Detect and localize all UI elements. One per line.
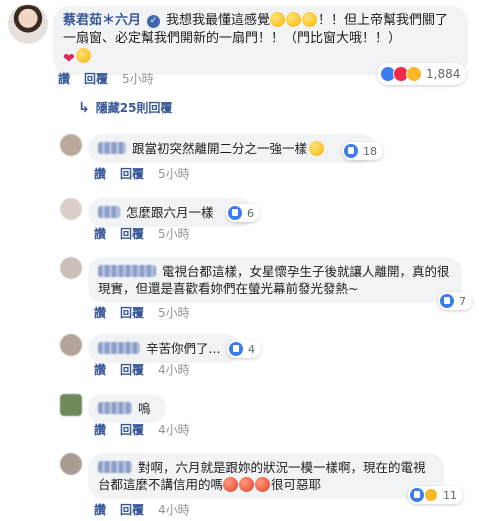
angry-emoji-icon xyxy=(223,477,239,492)
avatar[interactable] xyxy=(60,257,82,279)
avatar[interactable] xyxy=(8,4,48,44)
reply-button[interactable]: 回覆 xyxy=(84,70,108,87)
reply-like-count[interactable]: 18 xyxy=(342,142,383,160)
angry-emoji-icon xyxy=(255,477,271,492)
timestamp[interactable]: 5小時 xyxy=(158,165,190,182)
rofl-emoji-icon xyxy=(286,12,302,27)
timestamp[interactable]: 4小時 xyxy=(158,501,190,518)
like-count: 7 xyxy=(459,294,466,308)
like-reaction-icon xyxy=(440,294,454,308)
reply-actions: 讚 回覆 5小時 xyxy=(94,225,190,242)
avatar[interactable] xyxy=(60,198,82,220)
like-reaction-icon xyxy=(228,206,242,220)
reply-text: 跟當初突然離開二分之一強一樣 xyxy=(132,141,308,156)
comment-text-part1: 我想我最懂這感覺 xyxy=(166,13,271,28)
like-button[interactable]: 讚 xyxy=(94,225,106,242)
angry-emoji-icon xyxy=(239,477,255,492)
reply-bubble: 跟當初突然離開二分之一強一樣 xyxy=(88,134,376,163)
reply-author[interactable] xyxy=(98,461,132,473)
like-count: 18 xyxy=(363,144,377,158)
reply-text-part2: 很可惡耶 xyxy=(271,477,322,492)
like-button[interactable]: 讚 xyxy=(94,165,106,182)
like-reaction-icon xyxy=(229,342,243,356)
timestamp[interactable]: 4小時 xyxy=(158,421,190,438)
haha-reaction-icon xyxy=(424,488,438,502)
reply-actions: 讚 回覆 4小時 xyxy=(94,501,190,518)
reply-button[interactable]: 回覆 xyxy=(120,304,144,321)
reply-like-count[interactable]: 4 xyxy=(227,340,261,358)
reply-button[interactable]: 回覆 xyxy=(120,501,144,518)
reply-actions: 讚 回覆 4小時 xyxy=(94,421,190,438)
verified-badge-icon: ✓ xyxy=(147,15,161,28)
reply-bubble: 嗚 xyxy=(88,394,166,423)
reply-like-count[interactable]: 6 xyxy=(226,204,260,222)
avatar[interactable] xyxy=(60,334,82,356)
reply-text: 嗚 xyxy=(138,401,151,416)
like-button[interactable]: 讚 xyxy=(94,501,106,518)
heart-emoji-icon: ❤ xyxy=(63,51,75,67)
timestamp[interactable]: 4小時 xyxy=(158,361,190,378)
reply-text: 辛苦你們了... xyxy=(146,341,221,356)
like-count: 11 xyxy=(443,488,457,502)
hide-replies-label: 隱藏25則回覆 xyxy=(95,101,173,115)
reply-author[interactable] xyxy=(98,342,140,354)
like-count: 6 xyxy=(247,206,254,220)
rofl-emoji-icon xyxy=(302,12,318,27)
reply-text: 怎麼跟六月一樣 xyxy=(126,205,214,220)
reply-button[interactable]: 回覆 xyxy=(120,225,144,242)
comment-actions: 讚 回覆 5小時 xyxy=(58,70,154,87)
reply-button[interactable]: 回覆 xyxy=(120,361,144,378)
avatar[interactable] xyxy=(60,453,82,475)
timestamp[interactable]: 5小時 xyxy=(122,70,154,87)
like-reaction-icon xyxy=(344,144,358,158)
like-button[interactable]: 讚 xyxy=(94,421,106,438)
reply-like-count[interactable]: 7 xyxy=(438,292,472,310)
reply-author[interactable] xyxy=(98,265,156,277)
reaction-count: 1,884 xyxy=(426,67,461,81)
reply-author[interactable] xyxy=(98,402,132,414)
like-reaction-icon xyxy=(410,488,424,502)
rofl-emoji-icon xyxy=(270,12,286,27)
reply-bubble: 辛苦你們了... xyxy=(88,334,240,363)
reply-arrow-icon: ↳ xyxy=(78,99,90,116)
reply-actions: 讚 回覆 4小時 xyxy=(94,361,190,378)
avatar[interactable] xyxy=(60,394,82,416)
timestamp[interactable]: 5小時 xyxy=(158,225,190,242)
reply-button[interactable]: 回覆 xyxy=(120,165,144,182)
avatar[interactable] xyxy=(60,134,82,156)
reply-bubble: 電視台都這樣，女星懷孕生子後就讓人離開，真的很現實，但還是喜歡看妳們在螢光幕前發… xyxy=(88,257,462,303)
comment-thread: 蔡君茹＊六月 ✓ 我想我最懂這感覺 ！！但上帝幫我們關了一扇窗、必定幫我們開新的一扇門… xyxy=(0,0,479,521)
reply-actions: 讚 回覆 5小時 xyxy=(94,165,190,182)
reply-actions: 讚 回覆 5小時 xyxy=(94,304,190,321)
haha-reaction-icon xyxy=(406,66,422,82)
timestamp[interactable]: 5小時 xyxy=(158,304,190,321)
sweat-emoji-icon xyxy=(309,141,325,156)
reply-bubble: 對啊，六月就是跟妳的狀況一模一樣啊，現在的電視台都這麼不講信用的嗎 很可惡耶 xyxy=(88,453,444,499)
reaction-summary[interactable]: 1,884 xyxy=(377,63,467,85)
hide-replies-link[interactable]: ↳ 隱藏25則回覆 xyxy=(78,99,172,116)
like-button[interactable]: 讚 xyxy=(58,70,70,87)
like-button[interactable]: 讚 xyxy=(94,361,106,378)
reply-author[interactable] xyxy=(98,206,120,218)
kiss-emoji-icon xyxy=(75,48,91,63)
reply-like-count[interactable]: 11 xyxy=(408,486,463,504)
reply-button[interactable]: 回覆 xyxy=(120,421,144,438)
like-count: 4 xyxy=(248,342,255,356)
like-button[interactable]: 讚 xyxy=(94,304,106,321)
comment-author[interactable]: 蔡君茹＊六月 xyxy=(63,13,141,28)
reply-author[interactable] xyxy=(98,142,126,154)
